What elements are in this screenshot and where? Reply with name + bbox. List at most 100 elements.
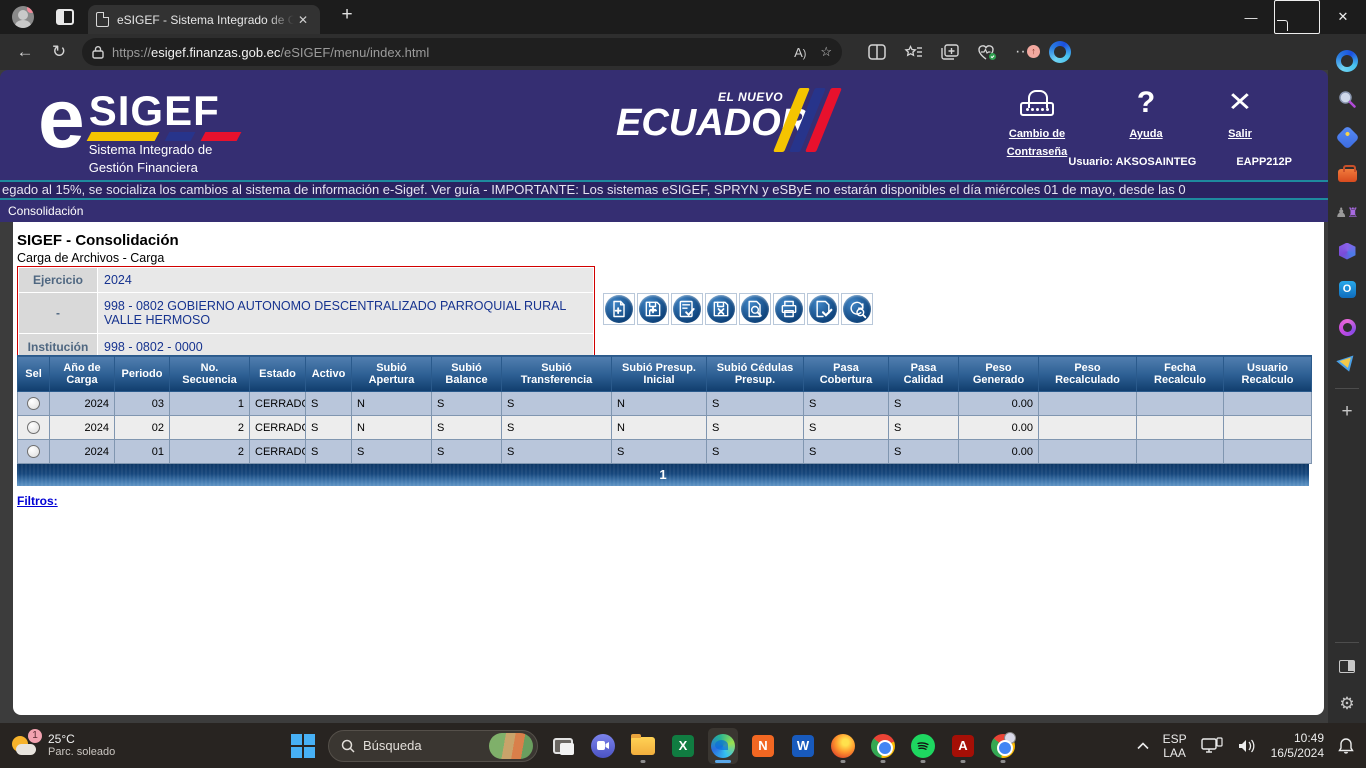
sidebar-item-microsoft-365[interactable] [1332, 232, 1362, 270]
taskbar-app-task-view[interactable] [548, 728, 578, 764]
collections-icon[interactable] [941, 44, 959, 60]
running-indicator [641, 760, 646, 763]
language-indicator[interactable]: ESPLAA [1163, 732, 1187, 760]
row-select-radio[interactable] [27, 421, 40, 434]
table-cell: S [804, 440, 889, 464]
refresh-button[interactable]: ↻ [42, 42, 76, 62]
column-header: No. Secuencia [170, 356, 250, 392]
weather-widget[interactable]: 1 25°C Parc. soleado [10, 732, 210, 759]
row-select-radio[interactable] [27, 445, 40, 458]
favorites-icon[interactable] [904, 44, 923, 61]
save-add-button[interactable] [637, 293, 669, 325]
entidad-label: - [19, 293, 97, 333]
search-highlight-image[interactable] [489, 733, 533, 759]
page-content: SIGEF - Consolidación Carga de Archivos … [13, 222, 1324, 715]
tab-close-icon[interactable]: ✕ [294, 11, 312, 29]
clock[interactable]: 10:4916/5/2024 [1271, 731, 1324, 761]
minimize-button[interactable]: — [1228, 0, 1274, 34]
terminal-label: EAPP212P [1236, 156, 1292, 168]
table-row: 2024012CERRADOSSSSSSSS0.00 [18, 440, 1312, 464]
browser-tab[interactable]: eSIGEF - Sistema Integrado de G ✕ [88, 5, 320, 34]
new-tab-button[interactable]: + [334, 4, 360, 26]
excel-icon: X [672, 735, 694, 757]
sidebar-item-shopping[interactable] [1332, 118, 1362, 156]
save-delete-button[interactable] [705, 293, 737, 325]
sidebar-item-games[interactable]: ♟♜ [1332, 194, 1362, 232]
split-screen-icon[interactable] [868, 44, 886, 60]
more-menu-icon[interactable]: ···↑ [1015, 43, 1031, 61]
table-cell: CERRADO [250, 416, 306, 440]
taskbar-app-spotify[interactable] [908, 728, 938, 764]
taskbar-app-edge[interactable] [708, 728, 738, 764]
copilot-icon[interactable] [1049, 41, 1071, 63]
sidebar-panel-toggle[interactable] [1332, 647, 1362, 685]
taskbar-app-word[interactable]: W [788, 728, 818, 764]
taskbar-app-file-explorer[interactable] [628, 728, 658, 764]
weather-icon: 1 [10, 733, 40, 759]
sidebar-settings-button[interactable]: ⚙ [1332, 685, 1362, 723]
chrome-profile-icon [991, 734, 1015, 758]
start-button[interactable] [288, 728, 318, 764]
address-bar[interactable]: https://esigef.finanzas.gob.ec/eSIGEF/me… [82, 38, 842, 66]
taskbar-app-nitro-pdf[interactable]: N [748, 728, 778, 764]
tray-chevron-icon[interactable] [1137, 742, 1149, 750]
taskbar-app-chat[interactable] [588, 728, 618, 764]
sidebar-item-designer[interactable] [1332, 308, 1362, 346]
print-icon [775, 295, 803, 323]
browser-essentials-icon[interactable] [977, 44, 997, 61]
print-button[interactable] [773, 293, 805, 325]
sidebar-add-button[interactable]: + [1332, 393, 1362, 431]
chrome-icon [871, 734, 895, 758]
table-cell: 03 [115, 392, 170, 416]
browser-titlebar: eSIGEF - Sistema Integrado de G ✕ + — ✕ [0, 0, 1366, 34]
network-icon[interactable] [1201, 737, 1223, 755]
search-document-button[interactable] [739, 293, 771, 325]
table-cell: S [502, 416, 612, 440]
read-aloud-icon[interactable]: A) [794, 45, 806, 60]
weather-temp: 25°C [48, 732, 115, 746]
new-document-button[interactable] [603, 293, 635, 325]
filters-link[interactable]: Filtros: [17, 494, 58, 508]
table-cell: CERRADO [250, 392, 306, 416]
selection-form: Ejercicio 2024 - 998 - 0802 GOBIERNO AUT… [17, 266, 595, 362]
sidebar-item-search[interactable] [1332, 80, 1362, 118]
logo-tagline-1: Sistema Integrado de [89, 142, 213, 157]
logo-e: e [38, 78, 81, 158]
notification-bell-icon[interactable] [1338, 737, 1354, 755]
column-header: Pasa Cobertura [804, 356, 889, 392]
sidebar-item-outlook[interactable]: O [1332, 270, 1362, 308]
save-delete-icon [707, 295, 735, 323]
taskbar-app-chrome[interactable] [868, 728, 898, 764]
taskbar-app-acrobat[interactable]: A [948, 728, 978, 764]
sidebar-item-drop[interactable] [1332, 346, 1362, 384]
spotify-icon [911, 734, 935, 758]
taskbar-app-chrome-profile[interactable] [988, 728, 1018, 764]
table-cell: S [306, 392, 352, 416]
volume-icon[interactable] [1237, 738, 1257, 754]
panel-icon [1339, 660, 1355, 673]
favorite-star-icon[interactable]: ☆ [820, 44, 832, 60]
back-button[interactable]: ← [8, 42, 42, 62]
refresh-search-button[interactable] [841, 293, 873, 325]
taskbar-search[interactable]: Búsqueda [328, 730, 538, 762]
restore-button[interactable] [1274, 0, 1320, 34]
help-link[interactable]: ? Ayuda [1118, 82, 1174, 160]
change-password-link[interactable]: Cambio de Contraseña [994, 82, 1080, 160]
profile-avatar-icon[interactable] [12, 6, 34, 28]
table-cell: S [432, 392, 502, 416]
sidebar-item-copilot[interactable] [1332, 42, 1362, 80]
taskbar-app-excel[interactable]: X [668, 728, 698, 764]
exit-link[interactable]: ✕ Salir [1212, 82, 1268, 160]
form-check-button[interactable] [671, 293, 703, 325]
close-button[interactable]: ✕ [1320, 0, 1366, 34]
pagination-bar[interactable]: 1 [17, 464, 1309, 486]
sidebar-item-toolbox[interactable] [1332, 156, 1362, 194]
outlook-icon: O [1339, 281, 1356, 298]
table-cell: N [352, 416, 432, 440]
approve-document-button[interactable] [807, 293, 839, 325]
table-cell: S [502, 392, 612, 416]
taskbar-app-firefox[interactable] [828, 728, 858, 764]
weather-badge: 1 [28, 729, 42, 743]
workspaces-icon[interactable] [56, 9, 74, 25]
row-select-radio[interactable] [27, 397, 40, 410]
